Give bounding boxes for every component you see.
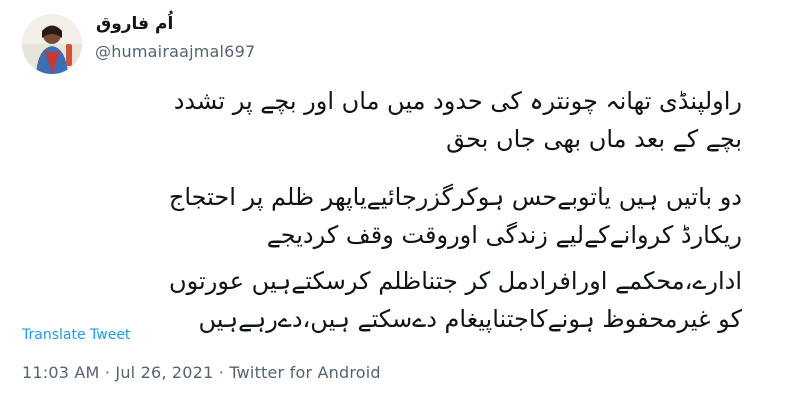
tweet-paragraph: راولپنڈی تھانہ چونترہ کی حدود میں ماں او… [22, 82, 742, 158]
meta-separator: · [213, 363, 230, 382]
tweet-time[interactable]: 11:03 AM [22, 363, 100, 382]
author-handle[interactable]: @humairaajmal697 [95, 42, 255, 61]
avatar-image [22, 14, 82, 74]
tweet-text-line: دو باتیں ہیں یاتوبےحس ہوکرگزرجائیےیاپھر … [168, 183, 742, 211]
tweet-paragraph: دو باتیں ہیں یاتوبےحس ہوکرگزرجائیےیاپھر … [22, 178, 742, 254]
translate-tweet-link[interactable]: Translate Tweet [22, 327, 130, 343]
tweet-text-line: بچے کے بعد ماں بھی جاں بحق [446, 125, 742, 153]
author-display-name[interactable]: اُم فاروق [96, 14, 173, 34]
tweet-text-line: ادارے،محکمے اورافرادمل کر جتناظلم کرسکتے… [169, 267, 742, 295]
tweet-source[interactable]: Twitter for Android [229, 363, 380, 382]
tweet-card: اُم فاروق @humairaajmal697 راولپنڈی تھان… [0, 0, 800, 400]
tweet-date[interactable]: Jul 26, 2021 [115, 363, 213, 382]
avatar[interactable] [22, 14, 82, 74]
tweet-text-line: ریکارڈ کروانےکےلیے زندگی اوروقت وقف کردی… [266, 221, 742, 249]
meta-separator: · [99, 363, 116, 382]
tweet-text-line: راولپنڈی تھانہ چونترہ کی حدود میں ماں او… [173, 87, 742, 115]
tweet-meta: 11:03 AM · Jul 26, 2021 · Twitter for An… [22, 363, 381, 382]
